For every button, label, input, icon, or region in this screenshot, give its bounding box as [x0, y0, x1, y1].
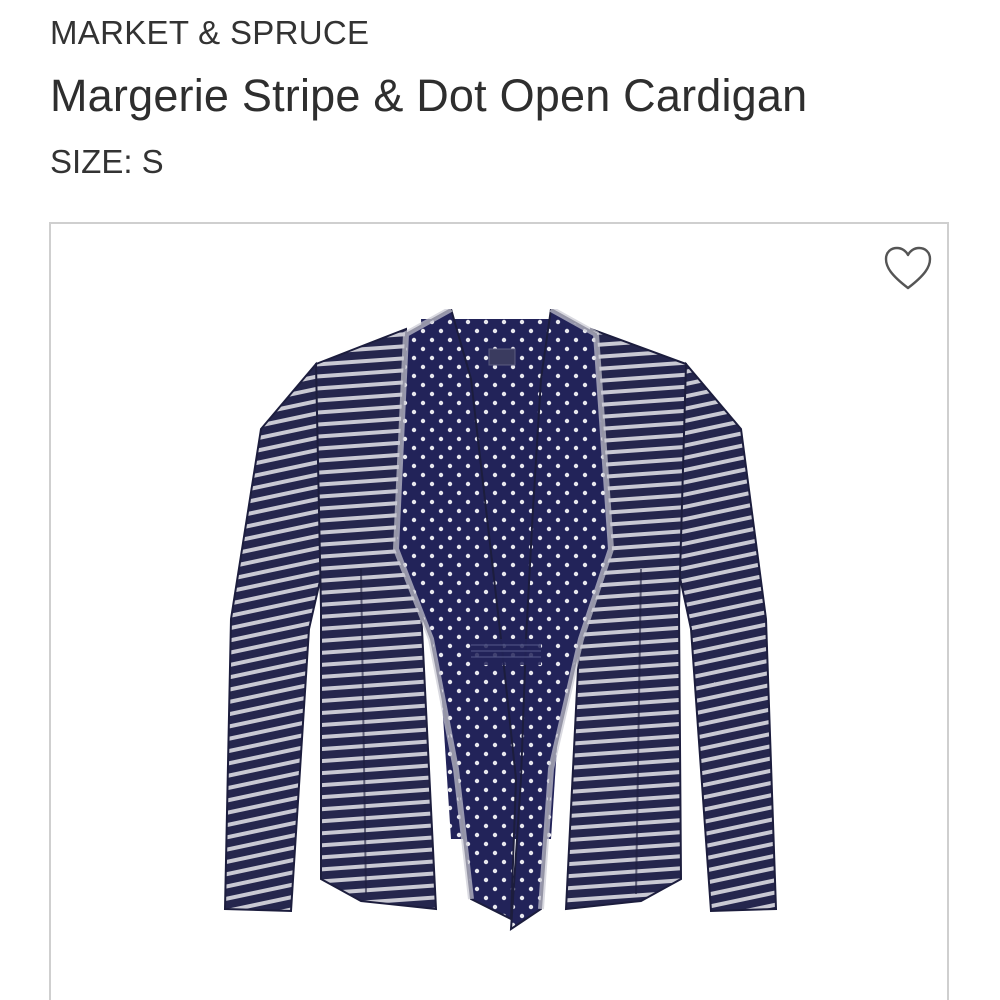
smocked-waist: [471, 639, 541, 665]
product-image-card[interactable]: [49, 222, 949, 1000]
heart-outline-icon[interactable]: [883, 246, 933, 292]
size-label: SIZE: S: [50, 143, 164, 180]
brand-name: MARKET & SPRUCE: [50, 14, 370, 51]
neck-label: [488, 348, 516, 366]
favorite-button[interactable]: [883, 246, 933, 292]
cardigan-image: [223, 309, 778, 931]
product-title: Margerie Stripe & Dot Open Cardigan: [50, 70, 808, 121]
